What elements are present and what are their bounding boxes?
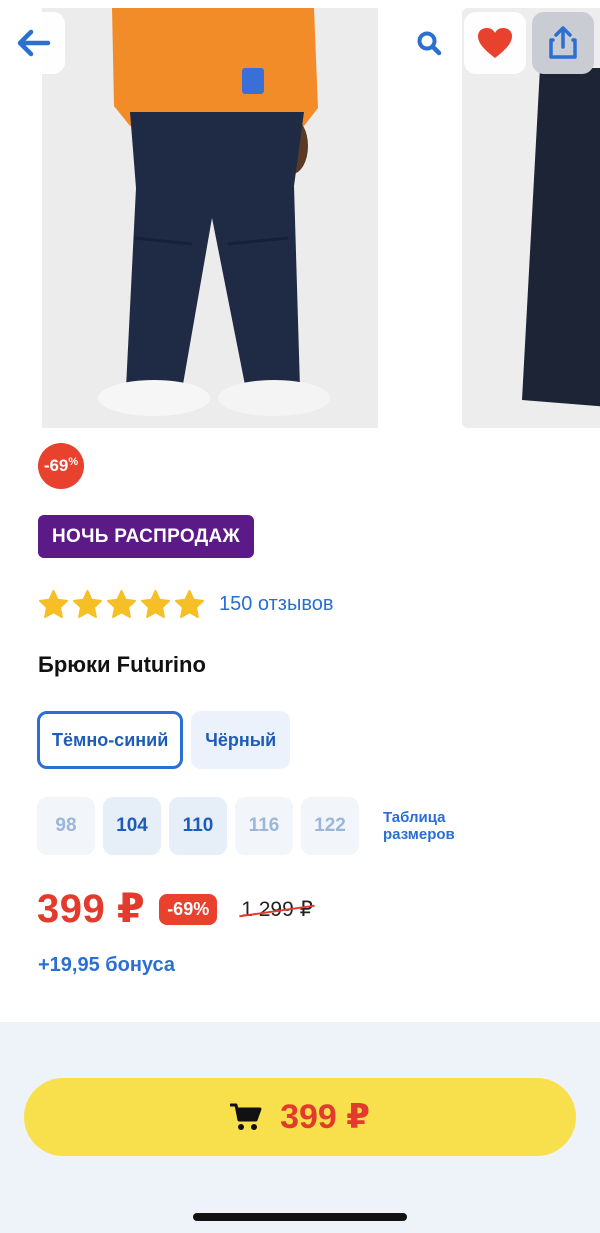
color-option-black[interactable]: Чёрный (191, 711, 291, 769)
star-icon (140, 589, 171, 618)
discount-unit: % (68, 456, 79, 468)
rating-stars (38, 589, 205, 620)
price-discount-badge: -69% (159, 893, 218, 925)
buy-button[interactable]: 399 ₽ (24, 1078, 576, 1156)
size-option-122[interactable]: 122 (301, 797, 359, 855)
search-button[interactable] (398, 12, 460, 74)
share-icon (549, 26, 577, 59)
price-row: 399 ₽ -69% 1 299 ₽ (37, 884, 313, 934)
old-price: 1 299 ₽ (241, 897, 313, 921)
product-photo[interactable] (42, 8, 378, 428)
product-title: Брюки Futurino (38, 652, 206, 677)
size-option-104[interactable]: 104 (103, 797, 161, 855)
search-icon (417, 31, 442, 56)
reviews-link[interactable]: 150 отзывов (219, 593, 333, 616)
discount-badge: -69% (38, 443, 84, 489)
cart-icon (230, 1103, 262, 1130)
star-icon (38, 589, 69, 618)
home-indicator (193, 1213, 407, 1221)
back-button[interactable] (3, 12, 65, 74)
product-gallery[interactable] (0, 0, 600, 430)
share-button[interactable] (532, 12, 594, 74)
product-photo-illustration (42, 8, 378, 428)
star-icon (174, 589, 205, 618)
buy-button-price: 399 ₽ (280, 1098, 370, 1136)
size-option-110[interactable]: 110 (169, 797, 227, 855)
arrow-left-icon (17, 29, 51, 57)
rating[interactable]: 150 отзывов (38, 586, 333, 622)
size-option-116[interactable]: 116 (235, 797, 293, 855)
size-table-link[interactable]: Таблица размеров (383, 809, 473, 844)
size-option-98[interactable]: 98 (37, 797, 95, 855)
heart-icon (478, 28, 512, 58)
current-price: 399 ₽ (37, 887, 146, 931)
promo-badge[interactable]: НОЧЬ РАСПРОДАЖ (38, 515, 254, 558)
bonus-label[interactable]: +19,95 бонуса (38, 954, 175, 977)
discount-value: -69 (43, 456, 69, 475)
star-icon (106, 589, 137, 618)
size-selector: 98 104 110 116 122 Таблица размеров (37, 797, 473, 855)
color-option-dark-blue[interactable]: Тёмно-синий (37, 711, 184, 769)
favorite-button[interactable] (464, 12, 526, 74)
color-selector: Тёмно-синий Чёрный (37, 711, 291, 769)
star-icon (72, 589, 103, 618)
